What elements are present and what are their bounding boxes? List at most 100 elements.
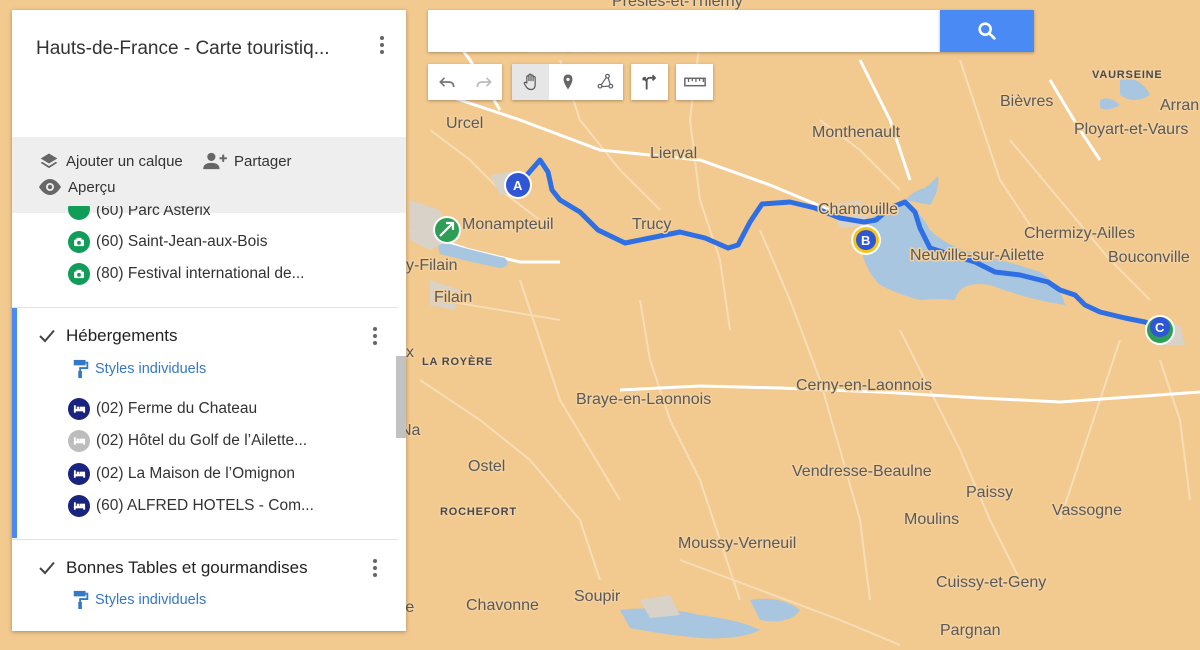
marker-b-label: B: [861, 233, 870, 248]
bed-icon: [68, 495, 90, 517]
list-item-label: (02) Ferme du Chateau: [96, 400, 258, 417]
place-cerny: Cerny-en-Laonnois: [796, 377, 932, 394]
route-marker-c[interactable]: C: [1145, 315, 1175, 345]
route-marker-b[interactable]: B: [851, 225, 881, 255]
park-icon: [68, 206, 90, 220]
place-cuissy: Cuissy-et-Geny: [936, 574, 1046, 591]
route-marker-a[interactable]: A: [504, 171, 532, 199]
pan-hand-button[interactable]: [512, 64, 549, 100]
place-soupir: Soupir: [574, 588, 621, 605]
paint-roller-icon: [73, 590, 89, 610]
edit-tools: [512, 64, 623, 100]
place-pargnan: Pargnan: [940, 622, 1001, 639]
preview-button[interactable]: Aperçu: [38, 178, 116, 196]
more-vert-icon: [373, 327, 377, 331]
place-bievres: Bièvres: [1000, 93, 1053, 110]
draw-line-icon: [597, 73, 613, 89]
share-button[interactable]: Partager: [202, 151, 292, 171]
list-item-alfred-hotels[interactable]: (60) ALFRED HOTELS - Com...: [68, 495, 314, 517]
place-filain-partial: y-Filain: [406, 257, 458, 274]
checkmark-icon: [39, 561, 55, 575]
layer-visibility-checkbox[interactable]: [38, 559, 56, 577]
layer-options-button[interactable]: [365, 324, 385, 348]
panel-scrollbar[interactable]: [396, 356, 406, 438]
search-button[interactable]: [940, 10, 1034, 52]
add-directions-button[interactable]: [631, 64, 668, 100]
undo-icon: [438, 77, 454, 88]
add-layer-label: Ajouter un calque: [66, 152, 183, 170]
directions-icon: [641, 74, 656, 90]
map-title[interactable]: Hauts-de-France - Carte touristiq...: [36, 38, 366, 60]
add-marker-button[interactable]: [549, 64, 586, 100]
edge-label-x: x: [406, 344, 414, 361]
place-vendresse: Vendresse-Beaulne: [792, 463, 932, 480]
list-item-hotel-golf[interactable]: (02) Hôtel du Golf de l’Ailette...: [68, 430, 307, 452]
more-vert-icon: [380, 36, 384, 40]
marker-c-label: C: [1155, 320, 1165, 335]
place-bouconville: Bouconville: [1108, 249, 1190, 266]
map-options-button[interactable]: [372, 33, 392, 57]
layer-divider: [12, 307, 398, 308]
poi-park-marker[interactable]: [433, 216, 461, 244]
list-item-label: (80) Festival international de...: [96, 265, 305, 282]
place-royere: LA ROYÈRE: [422, 355, 493, 368]
place-vassogne: Vassogne: [1052, 502, 1122, 519]
place-vaurseine: VAURSEINE: [1092, 69, 1163, 81]
history-tools: [428, 64, 502, 100]
ruler-icon: [683, 77, 706, 87]
bed-icon: [68, 398, 90, 420]
place-moussy: Moussy-Verneuil: [678, 535, 796, 552]
list-item-ferme[interactable]: (02) Ferme du Chateau: [68, 398, 257, 420]
list-item-partial[interactable]: (60) Parc Astérix: [68, 206, 211, 220]
paint-roller-icon: [73, 359, 89, 379]
marker-a-label: A: [513, 178, 523, 193]
place-neuville: Neuville-sur-Ailette: [910, 247, 1044, 264]
place-trucy: Trucy: [632, 216, 671, 233]
place-chavonne: Chavonne: [466, 597, 539, 614]
active-layer-indicator: [12, 308, 17, 538]
person-add-icon: [203, 152, 227, 170]
panel-toolbar: Ajouter un calque Partager Aperçu: [12, 137, 406, 213]
search-input[interactable]: [428, 10, 940, 52]
list-item-label: (60) ALFRED HOTELS - Com...: [96, 497, 314, 514]
list-item-saint-jean[interactable]: (60) Saint-Jean-aux-Bois: [68, 231, 267, 253]
styles-link[interactable]: Styles individuels: [72, 359, 206, 379]
styles-link[interactable]: Styles individuels: [72, 590, 206, 610]
layer-bonnes-tables: Bonnes Tables et gourmandises: [38, 558, 308, 578]
styles-label: Styles individuels: [95, 592, 207, 608]
hand-icon: [523, 73, 536, 91]
checkmark-icon: [39, 329, 55, 343]
place-monampteuil: Monampteuil: [462, 216, 554, 233]
list-item-label: (02) Hôtel du Golf de l’Ailette...: [96, 432, 308, 449]
layers-icon: [40, 153, 58, 169]
layer-hebergements: Hébergements: [38, 326, 178, 346]
place-lierval: Lierval: [650, 145, 697, 162]
pin-icon: [563, 74, 572, 90]
draw-line-button[interactable]: [586, 64, 623, 100]
place-urcel: Urcel: [446, 115, 483, 132]
measure-button[interactable]: [676, 64, 713, 100]
preview-label: Aperçu: [68, 178, 116, 196]
list-item-maison-omignon[interactable]: (02) La Maison de l’Omignon: [68, 463, 295, 485]
place-moulins: Moulins: [904, 511, 959, 528]
camera-icon: [68, 263, 90, 285]
map-legend-panel: Hauts-de-France - Carte touristiq... Ajo…: [12, 10, 406, 631]
more-vert-icon: [373, 559, 377, 563]
list-item-festival[interactable]: (80) Festival international de...: [68, 263, 305, 285]
directions-tools: [631, 64, 668, 100]
styles-label: Styles individuels: [95, 361, 207, 377]
share-label: Partager: [234, 152, 292, 170]
layer-name[interactable]: Bonnes Tables et gourmandises: [66, 558, 308, 578]
bed-icon: [68, 463, 90, 485]
undo-button[interactable]: [428, 64, 465, 100]
add-layer-button[interactable]: Ajouter un calque: [38, 151, 183, 171]
redo-icon: [476, 77, 492, 88]
place-ployart: Ployart-et-Vaurs: [1074, 121, 1188, 138]
layer-name[interactable]: Hébergements: [66, 326, 178, 346]
layer-options-button[interactable]: [365, 556, 385, 580]
layer-visibility-checkbox[interactable]: [38, 327, 56, 345]
redo-button[interactable]: [465, 64, 502, 100]
place-chamouille: Chamouille: [818, 201, 898, 218]
bed-icon: [68, 430, 90, 452]
layer-divider: [12, 539, 398, 540]
